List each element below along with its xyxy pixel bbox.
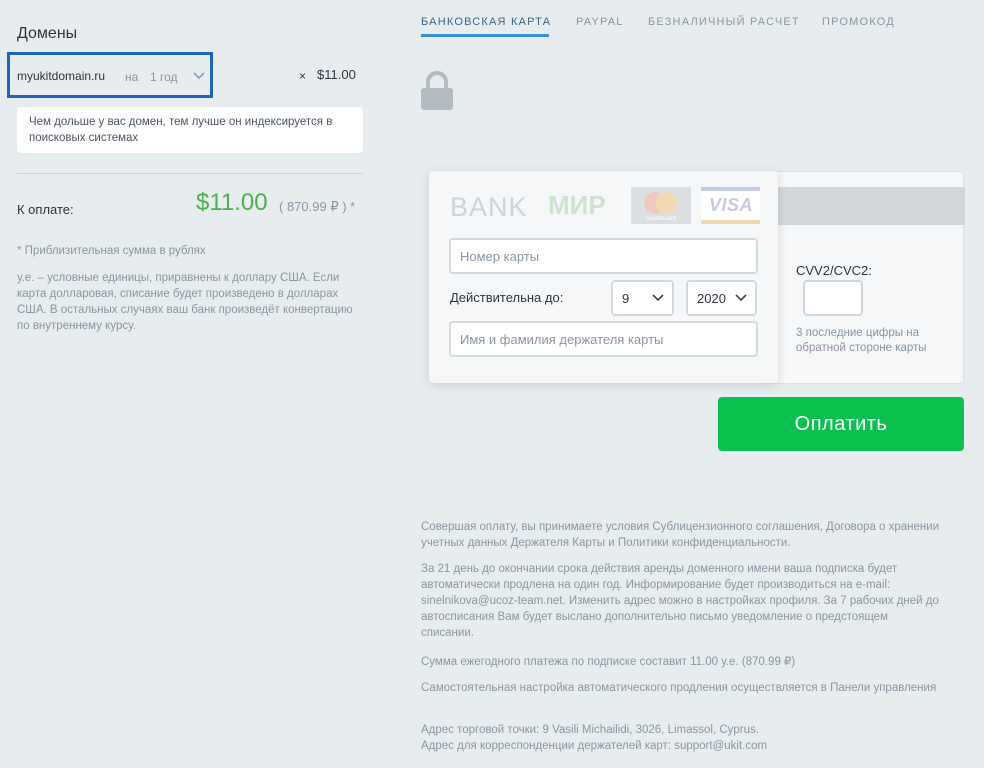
legal-merchant-address: Адрес торговой точки: 9 Vasili Michailid… (421, 724, 759, 736)
card-front: BANK МИР mastercard VISA Действительна д… (429, 171, 778, 383)
magnetic-strip (760, 187, 965, 225)
total-amount: $11.00 (196, 189, 268, 216)
mastercard-logo: mastercard (631, 187, 691, 224)
expiry-month-value: 9 (622, 291, 630, 306)
divider (17, 173, 363, 174)
card-number-input[interactable] (449, 238, 758, 274)
legal-support-address: Адрес для корреспонденции держателей кар… (421, 740, 768, 752)
tab-bank-card[interactable]: БАНКОВСКАЯ КАРТА (421, 16, 551, 28)
mir-logo-text: МИР (548, 191, 606, 219)
total-label: К оплате: (17, 202, 74, 217)
chevron-down-icon[interactable] (193, 71, 205, 81)
cvv-label: CVV2/CVC2: (796, 263, 872, 278)
approx-note: * Приблизительная сумма в рублях (17, 245, 206, 257)
expiry-label: Действительна до: (450, 290, 564, 305)
expiry-month-select[interactable]: 9 (611, 280, 674, 316)
domain-name: myukitdomain.ru (17, 69, 106, 83)
mastercard-circles-icon: mastercard (644, 192, 678, 222)
mastercard-logo-text: mastercard (646, 216, 676, 222)
legal-agreement: Совершая оплату, вы принимаете условия С… (421, 521, 940, 549)
expiry-year-select[interactable]: 2020 (686, 280, 757, 316)
active-tab-underline (421, 34, 549, 37)
total-amount-rub: ( 870.99 ₽ ) * (279, 199, 356, 214)
cardholder-name-input[interactable] (449, 321, 758, 357)
pay-button[interactable]: Оплатить (718, 397, 964, 451)
legal-annual-sum: Сумма ежегодного платежа по подписке сос… (421, 656, 796, 668)
chevron-down-icon (652, 294, 664, 302)
visa-logo: VISA (701, 187, 760, 224)
bank-logo: BANK (450, 192, 528, 222)
chevron-down-icon (735, 294, 747, 302)
legal-autorenew: За 21 день до окончании срока действия а… (421, 563, 939, 639)
mir-logo: МИР (548, 191, 606, 219)
expiry-year-value: 2020 (697, 291, 726, 306)
domain-period[interactable]: 1 год (150, 70, 178, 84)
tab-paypal[interactable]: PAYPAL (576, 16, 624, 28)
multiply-sign: × (299, 69, 307, 83)
domain-hint: Чем дольше у вас домен, тем лучше он инд… (17, 107, 363, 153)
domains-title: Домены (17, 25, 78, 42)
tab-promocode[interactable]: ПРОМОКОД (822, 16, 895, 28)
cvv-input[interactable] (803, 280, 863, 316)
domain-price: $11.00 (317, 67, 356, 82)
lock-icon (421, 71, 453, 110)
domain-for-label: на (125, 70, 139, 84)
domain-period-selector[interactable]: myukitdomain.ru на 1 год (7, 52, 213, 98)
card-back: CVV2/CVC2: 3 последние цифры на обратной… (759, 171, 965, 384)
cvv-hint: 3 последние цифры на обратной стороне ка… (796, 327, 927, 354)
legal-self-config: Самостоятельная настройка автоматическог… (421, 682, 937, 694)
tab-cashless[interactable]: БЕЗНАЛИЧНЫЙ РАСЧЕТ (648, 16, 800, 28)
visa-logo-text: VISA (709, 195, 754, 215)
currency-note: у.е. – условные единицы, приравнены к до… (17, 272, 353, 332)
